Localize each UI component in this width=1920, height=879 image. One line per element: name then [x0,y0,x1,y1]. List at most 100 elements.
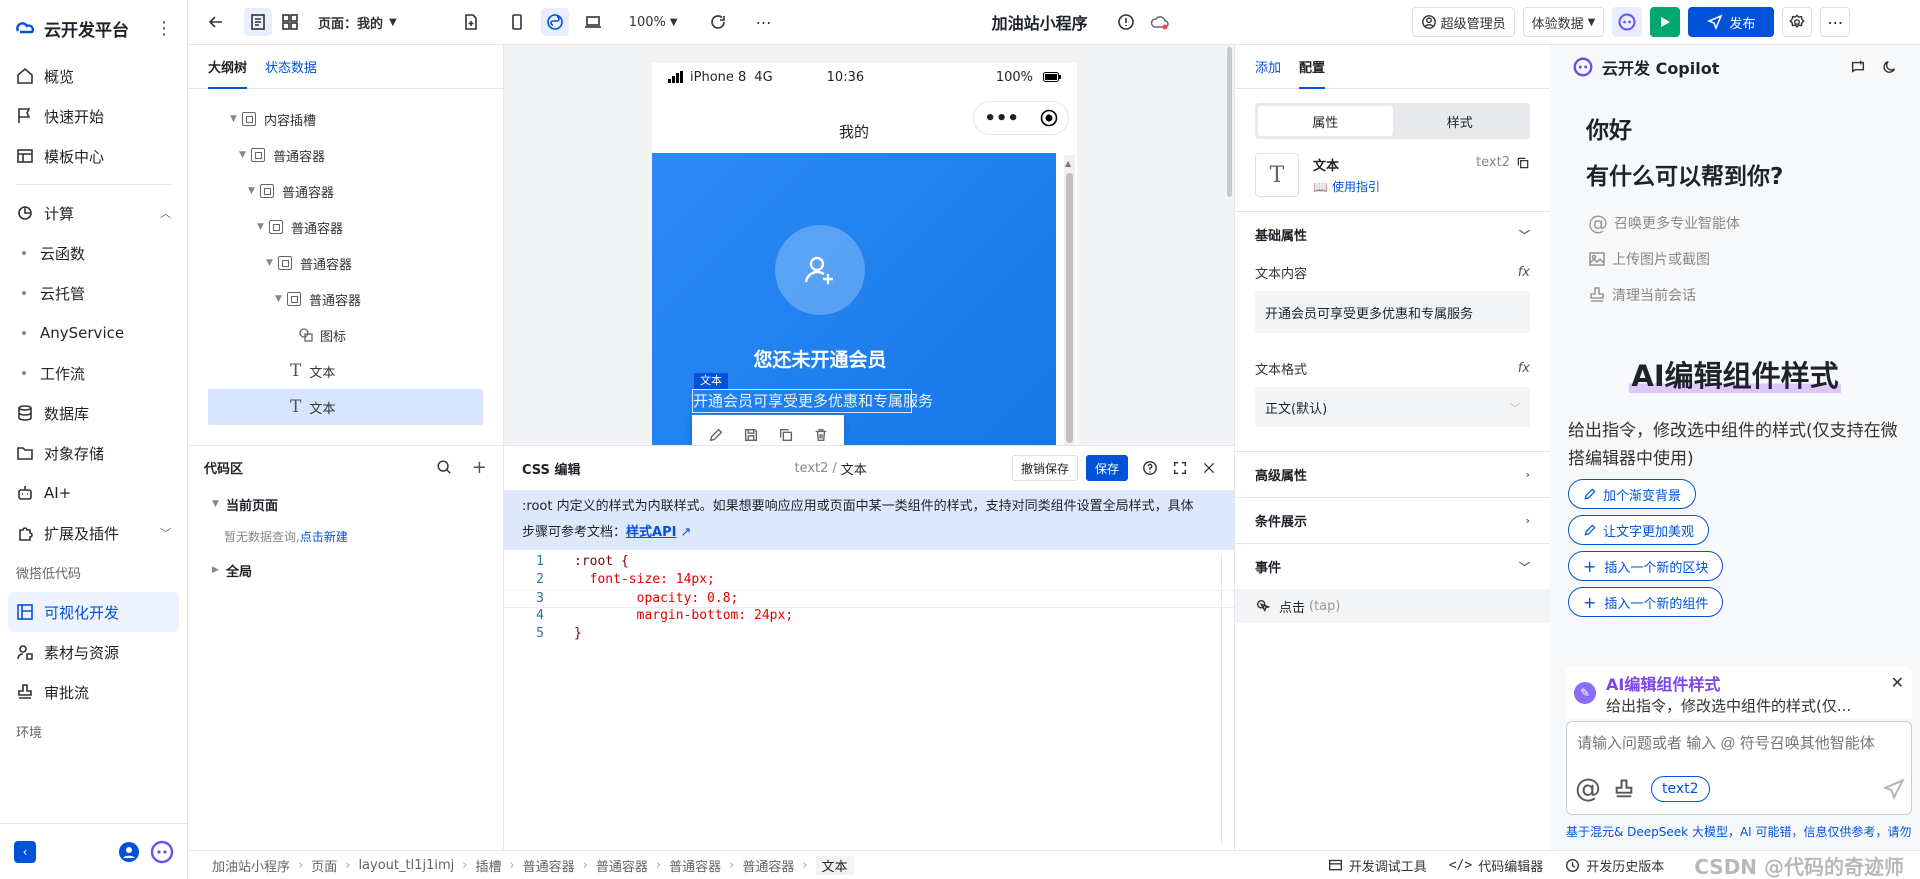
nav-item-visual-dev[interactable]: 可视化开发 [8,592,179,632]
refresh-button[interactable] [704,8,732,36]
data-mode-selector[interactable]: 体验数据 ▼ [1522,7,1605,37]
devtools-button[interactable]: 开发调试工具 [1328,856,1427,875]
more-toolbar-icon[interactable]: ⋯ [1820,7,1851,37]
phone-scrollbar[interactable]: ▲ [1064,155,1075,445]
summon-agents-action[interactable]: @ 召唤更多专业智能体 [1550,205,1920,241]
delete-icon[interactable] [813,427,829,443]
chat-input[interactable] [1577,732,1897,772]
nav-item-anyservice[interactable]: AnyService [0,313,187,353]
text-content-field[interactable]: 开通会员可享受更多优惠和专属服务 [1255,291,1530,333]
send-icon[interactable] [1883,778,1905,800]
nav-item-extensions[interactable]: 扩展及插件 ﹀ [0,513,187,553]
context-tag[interactable]: text2 [1651,776,1710,802]
external-link-icon[interactable]: ↗ [680,520,691,546]
tree-node[interactable]: ▼ 普通容器 [188,281,503,317]
nav-item-quickstart[interactable]: 快速开始 [0,96,187,136]
member-desc[interactable]: 开通会员可享受更多优惠和专属服务 [692,389,933,413]
more-options-icon[interactable]: ⋯ [750,8,778,36]
new-chat-icon[interactable] [1850,59,1866,75]
segment-properties[interactable]: 属性 [1258,106,1393,136]
breadcrumb-item[interactable]: 普通容器 [669,856,721,875]
tree-node[interactable]: T 文本 [188,353,503,389]
chat-input-box[interactable]: @ text2 [1566,721,1912,815]
usage-guide-link[interactable]: 📖 使用指引 [1313,178,1380,195]
outline-view-button[interactable] [244,8,272,36]
create-query-link[interactable]: 点击新建 [300,528,348,545]
copilot-toggle-button[interactable] [1612,7,1643,37]
copy-icon[interactable] [778,427,794,443]
nav-item-approval[interactable]: 审批流 [0,672,187,712]
nav-item-workflow[interactable]: 工作流 [0,353,187,393]
save-button[interactable]: 保存 [1085,455,1128,481]
role-button[interactable]: 超级管理员 [1411,7,1515,37]
broom-icon[interactable] [1613,778,1635,800]
breadcrumb-item[interactable]: 普通容器 [742,856,794,875]
miniprogram-view-button[interactable] [540,8,569,36]
style-api-link[interactable]: 样式API [626,520,676,546]
tab-add[interactable]: 添加 [1255,45,1281,89]
page-selector[interactable]: 页面：我的 ▼ [318,8,397,36]
chip-gradient-bg[interactable]: 加个渐变背景 [1568,479,1697,509]
add-page-button[interactable] [457,8,485,36]
chip-beautify-text[interactable]: 让文字更加美观 [1568,515,1710,545]
code-editor-button[interactable]: </> 代码编辑器 [1449,856,1544,875]
undo-save-button[interactable]: 撤销保存 [1011,455,1078,481]
text-format-select[interactable]: 正文(默认) ﹀ [1255,387,1530,427]
expand-icon[interactable] [1172,460,1188,476]
breadcrumb-item[interactable]: 页面 [311,856,337,875]
close-icon[interactable] [1202,461,1216,475]
tab-config[interactable]: 配置 [1299,45,1326,89]
more-menu-icon[interactable]: ⋮ [155,18,173,39]
tab-state-data[interactable]: 状态数据 [265,45,317,89]
scroll-up-icon[interactable]: ▲ [1065,159,1071,168]
settings-button[interactable] [1782,7,1813,37]
clear-session-action[interactable]: 清理当前会话 [1550,277,1920,313]
user-avatar-icon[interactable] [118,841,140,863]
chip-insert-block[interactable]: + 插入一个新的区块 [1568,551,1724,581]
breadcrumb-item[interactable]: 加油站小程序 [212,856,290,875]
capsule-menu[interactable]: ••• [973,101,1069,135]
breadcrumb-item[interactable]: 普通容器 [596,856,648,875]
cloud-sync-icon[interactable] [1146,8,1174,36]
zoom-selector[interactable]: 100% ▼ [629,8,678,36]
add-icon[interactable]: + [472,457,487,478]
tree-node[interactable]: ▼ 普通容器 [188,173,503,209]
tree-node[interactable]: ▼ 内容插槽 [188,101,503,137]
css-code-editor[interactable]: 1 :root { 2 font-size: 14px; 3 opacity: … [504,554,1234,844]
nav-item-hosting[interactable]: 云托管 [0,273,187,313]
nav-item-compute[interactable]: 计算 ︿ [0,193,187,233]
global-group[interactable]: ▶ 全局 [188,552,503,588]
mobile-view-button[interactable] [503,8,531,36]
info-icon[interactable] [1112,8,1140,36]
nav-item-database[interactable]: 数据库 [0,393,187,433]
nav-item-assets[interactable]: 素材与资源 [0,632,187,672]
nav-item-functions[interactable]: 云函数 [0,233,187,273]
current-page-group[interactable]: ▼ 当前页面 [188,488,503,520]
close-icon[interactable]: ✕ [1891,673,1904,692]
section-advanced[interactable]: 高级属性 › [1235,451,1550,497]
breadcrumb-item[interactable]: 普通容器 [523,856,575,875]
breadcrumb-item[interactable]: 插槽 [475,856,501,875]
section-events[interactable]: 事件 ﹀ [1235,543,1550,589]
nav-item-ai[interactable]: AI+ [0,473,187,513]
more-dots-icon[interactable]: ••• [984,108,1019,129]
back-button[interactable] [202,8,230,36]
fx-icon[interactable]: fx [1518,361,1530,376]
close-miniprogram-icon[interactable] [1040,109,1058,127]
upload-image-action[interactable]: 上传图片或截图 [1550,241,1920,277]
section-conditional[interactable]: 条件展示 › [1235,497,1550,543]
tree-node-selected[interactable]: T 文本 [208,389,483,425]
event-tap-row[interactable]: 点击 (tap) [1235,589,1550,623]
copilot-logo-icon[interactable] [150,840,174,864]
tree-node[interactable]: ▼ 普通容器 [188,209,503,245]
scroll-thumb[interactable] [1066,173,1073,443]
search-icon[interactable] [436,459,452,475]
help-icon[interactable] [1142,460,1158,476]
grid-view-button[interactable] [276,8,304,36]
save-icon[interactable] [743,427,759,443]
segment-styles[interactable]: 样式 [1393,106,1528,136]
nav-item-storage[interactable]: 对象存储 [0,433,187,473]
canvas-scrollbar[interactable] [1227,47,1232,197]
moon-icon[interactable] [1882,59,1898,75]
breadcrumb-item-current[interactable]: 文本 [815,855,854,875]
